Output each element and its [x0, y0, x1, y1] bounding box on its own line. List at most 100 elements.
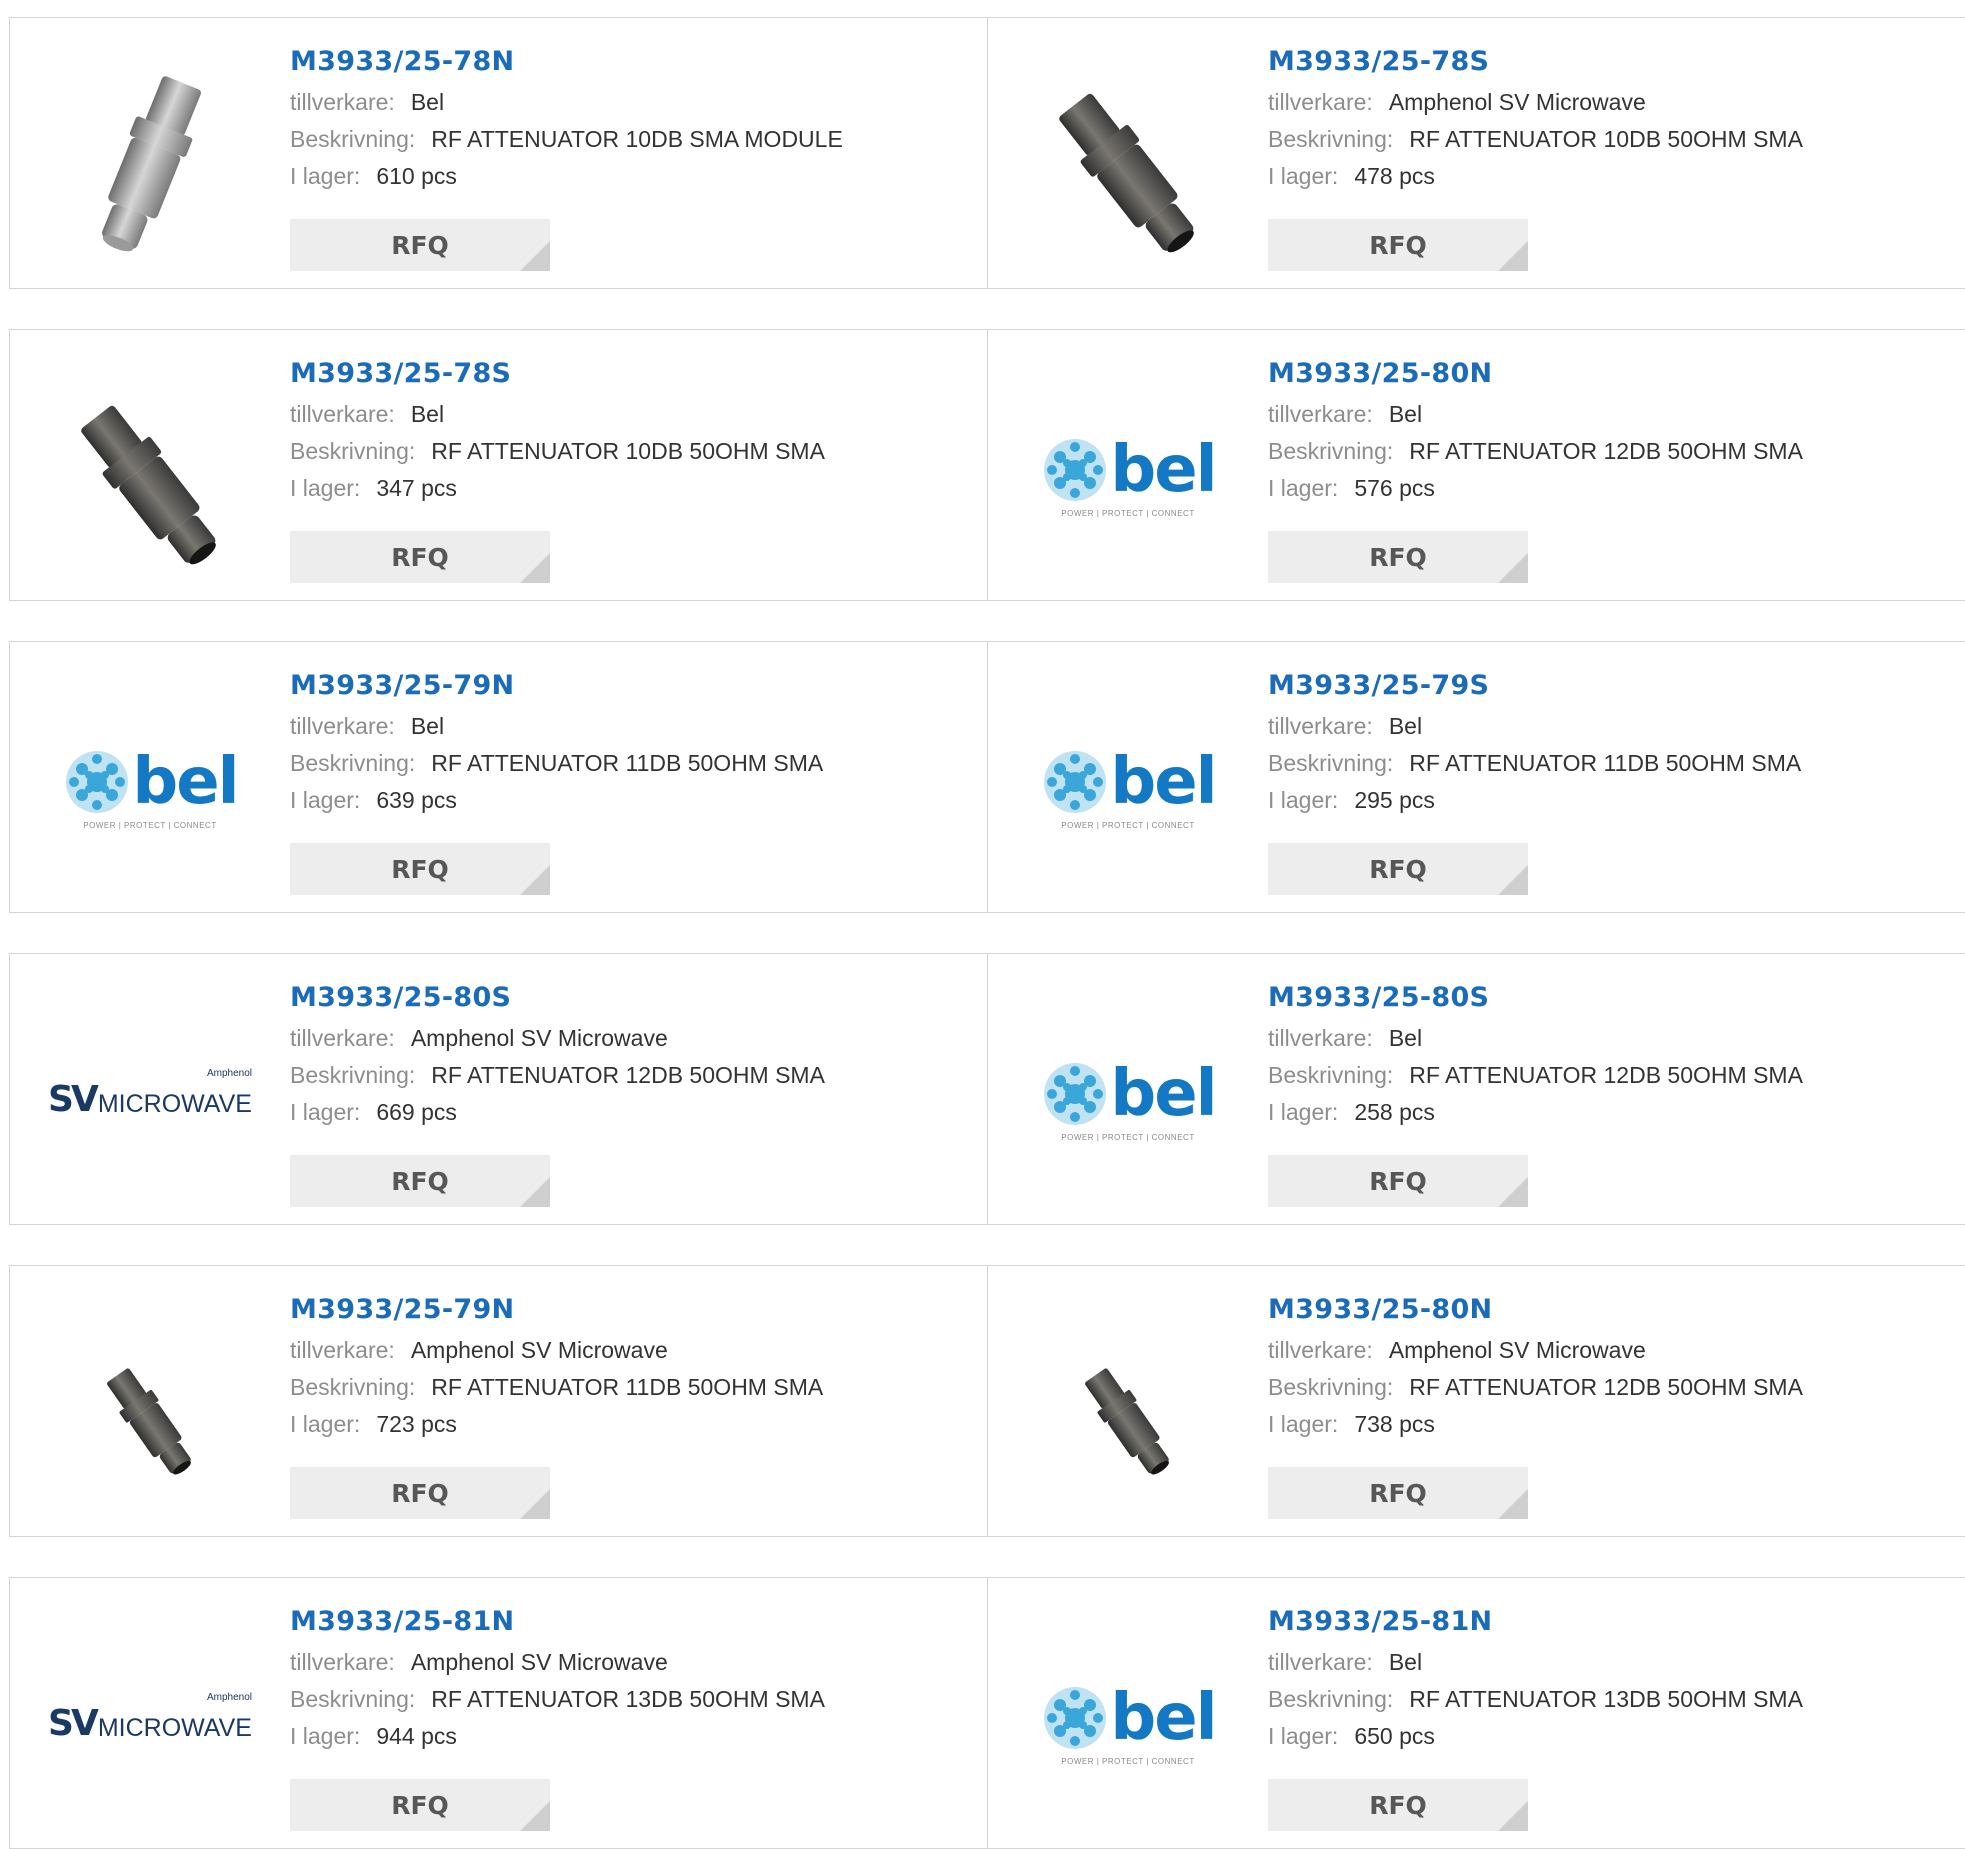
rfq-button[interactable]: RFQ — [290, 1779, 550, 1831]
manufacturer-value: Bel — [410, 713, 445, 739]
bel-wordmark: bel — [1110, 744, 1217, 819]
product-image[interactable]: Amphenol SV MICROWAVE — [48, 1624, 252, 1824]
part-number-link[interactable]: M3933/25-81N — [290, 1606, 825, 1644]
product-image[interactable]: Amphenol SV MICROWAVE — [48, 1000, 252, 1200]
stock-label: I lager: — [1268, 475, 1339, 501]
stock-line: I lager: 723 pcs — [290, 1406, 823, 1443]
manufacturer-line: tillverkare: Bel — [290, 708, 823, 745]
part-number-link[interactable]: M3933/25-80N — [1268, 1294, 1803, 1332]
product-image[interactable] — [50, 64, 250, 264]
product-card: bel POWER | PROTECT | CONNECT M3933/25-81… — [988, 1578, 1965, 1848]
rfq-button[interactable]: RFQ — [1268, 531, 1528, 583]
part-number-link[interactable]: M3933/25-79N — [290, 670, 823, 708]
rfq-label: RFQ — [391, 1166, 449, 1196]
stock-value: 639 pcs — [376, 787, 457, 813]
product-image[interactable] — [1028, 1312, 1228, 1512]
product-image[interactable]: bel POWER | PROTECT | CONNECT — [1028, 1624, 1228, 1824]
bel-tagline: POWER | PROTECT | CONNECT — [1061, 508, 1195, 518]
manufacturer-line: tillverkare: Bel — [290, 396, 825, 433]
manufacturer-label: tillverkare: — [1268, 89, 1373, 115]
description-label: Beskrivning: — [290, 750, 416, 776]
description-line: Beskrivning: RF ATTENUATOR 12DB 50OHM SMA — [290, 1057, 825, 1094]
bel-wordmark: bel — [1110, 432, 1217, 507]
manufacturer-value: Amphenol SV Microwave — [1388, 1337, 1646, 1363]
description-label: Beskrivning: — [1268, 750, 1394, 776]
rfq-button[interactable]: RFQ — [290, 219, 550, 271]
manufacturer-label: tillverkare: — [290, 1649, 395, 1675]
product-image[interactable] — [1028, 64, 1228, 264]
manufacturer-label: tillverkare: — [290, 401, 395, 427]
part-number-link[interactable]: M3933/25-78S — [290, 358, 825, 396]
product-card: M3933/25-80N tillverkare: Amphenol SV Mic… — [988, 1266, 1965, 1536]
description-value: RF ATTENUATOR 11DB 50OHM SMA — [431, 750, 824, 776]
description-label: Beskrivning: — [290, 1374, 416, 1400]
part-number-link[interactable]: M3933/25-80N — [1268, 358, 1803, 396]
rfq-label: RFQ — [1369, 1166, 1427, 1196]
rfq-button[interactable]: RFQ — [290, 1467, 550, 1519]
product-info: M3933/25-78S tillverkare: Amphenol SV Mic… — [1268, 46, 1803, 195]
stock-value: 576 pcs — [1354, 475, 1435, 501]
part-number-link[interactable]: M3933/25-79N — [290, 1294, 823, 1332]
product-image[interactable] — [50, 376, 250, 576]
product-image[interactable]: bel POWER | PROTECT | CONNECT — [50, 688, 250, 888]
manufacturer-value: Bel — [410, 401, 445, 427]
rfq-label: RFQ — [1369, 230, 1427, 260]
part-number-link[interactable]: M3933/25-80S — [1268, 982, 1803, 1020]
microwave-wordmark: MICROWAVE — [97, 1090, 252, 1118]
description-line: Beskrivning: RF ATTENUATOR 10DB 50OHM SMA — [1268, 121, 1803, 158]
stock-label: I lager: — [290, 163, 361, 189]
bel-tagline: POWER | PROTECT | CONNECT — [1061, 820, 1195, 830]
part-number-link[interactable]: M3933/25-78S — [1268, 46, 1803, 84]
stock-value: 258 pcs — [1354, 1099, 1435, 1125]
description-value: RF ATTENUATOR 12DB 50OHM SMA — [1409, 1374, 1803, 1400]
manufacturer-label: tillverkare: — [290, 1025, 395, 1051]
description-value: RF ATTENUATOR 10DB SMA MODULE — [431, 126, 843, 152]
product-row: Amphenol SV MICROWAVE M3933/25-80S tillver… — [9, 953, 1965, 1225]
rfq-button[interactable]: RFQ — [1268, 1779, 1528, 1831]
bel-globe-icon — [1044, 438, 1107, 501]
part-number-link[interactable]: M3933/25-78N — [290, 46, 843, 84]
description-label: Beskrivning: — [1268, 438, 1394, 464]
part-number-link[interactable]: M3933/25-80S — [290, 982, 825, 1020]
rfq-button[interactable]: RFQ — [290, 843, 550, 895]
stock-label: I lager: — [290, 1411, 361, 1437]
rfq-button[interactable]: RFQ — [1268, 843, 1528, 895]
attenuator-icon — [102, 76, 201, 252]
product-image[interactable]: bel POWER | PROTECT | CONNECT — [1028, 1000, 1228, 1200]
sv-microwave-logo: Amphenol SV MICROWAVE — [48, 1068, 252, 1118]
manufacturer-value: Bel — [1388, 401, 1423, 427]
stock-label: I lager: — [1268, 1411, 1339, 1437]
stock-label: I lager: — [290, 475, 361, 501]
bel-wordmark: bel — [132, 744, 239, 819]
manufacturer-label: tillverkare: — [1268, 713, 1373, 739]
rfq-button[interactable]: RFQ — [290, 1155, 550, 1207]
product-info: M3933/25-80N tillverkare: Bel Beskrivning… — [1268, 358, 1803, 507]
stock-line: I lager: 669 pcs — [290, 1094, 825, 1131]
part-number-link[interactable]: M3933/25-81N — [1268, 1606, 1803, 1644]
manufacturer-value: Bel — [1388, 1649, 1423, 1675]
product-image[interactable] — [50, 1312, 250, 1512]
rfq-button[interactable]: RFQ — [1268, 219, 1528, 271]
stock-label: I lager: — [1268, 1723, 1339, 1749]
description-line: Beskrivning: RF ATTENUATOR 11DB 50OHM SMA — [1268, 745, 1801, 782]
description-label: Beskrivning: — [290, 1062, 416, 1088]
stock-label: I lager: — [290, 1723, 361, 1749]
rfq-button[interactable]: RFQ — [290, 531, 550, 583]
product-image[interactable]: bel POWER | PROTECT | CONNECT — [1028, 376, 1228, 576]
product-image[interactable]: bel POWER | PROTECT | CONNECT — [1028, 688, 1228, 888]
manufacturer-line: tillverkare: Bel — [1268, 396, 1803, 433]
bel-logo: bel POWER | PROTECT | CONNECT — [1040, 744, 1218, 830]
product-info: M3933/25-79N tillverkare: Bel Beskrivning… — [290, 670, 823, 819]
rfq-button[interactable]: RFQ — [1268, 1155, 1528, 1207]
product-card: M3933/25-78S tillverkare: Bel Beskrivning… — [10, 330, 988, 600]
manufacturer-label: tillverkare: — [290, 713, 395, 739]
description-label: Beskrivning: — [290, 438, 416, 464]
part-number-link[interactable]: M3933/25-79S — [1268, 670, 1801, 708]
rfq-button[interactable]: RFQ — [1268, 1467, 1528, 1519]
stock-label: I lager: — [290, 787, 361, 813]
rfq-label: RFQ — [1369, 854, 1427, 884]
manufacturer-value: Bel — [410, 89, 445, 115]
stock-line: I lager: 650 pcs — [1268, 1718, 1803, 1755]
stock-value: 723 pcs — [376, 1411, 457, 1437]
description-line: Beskrivning: RF ATTENUATOR 11DB 50OHM SMA — [290, 745, 823, 782]
